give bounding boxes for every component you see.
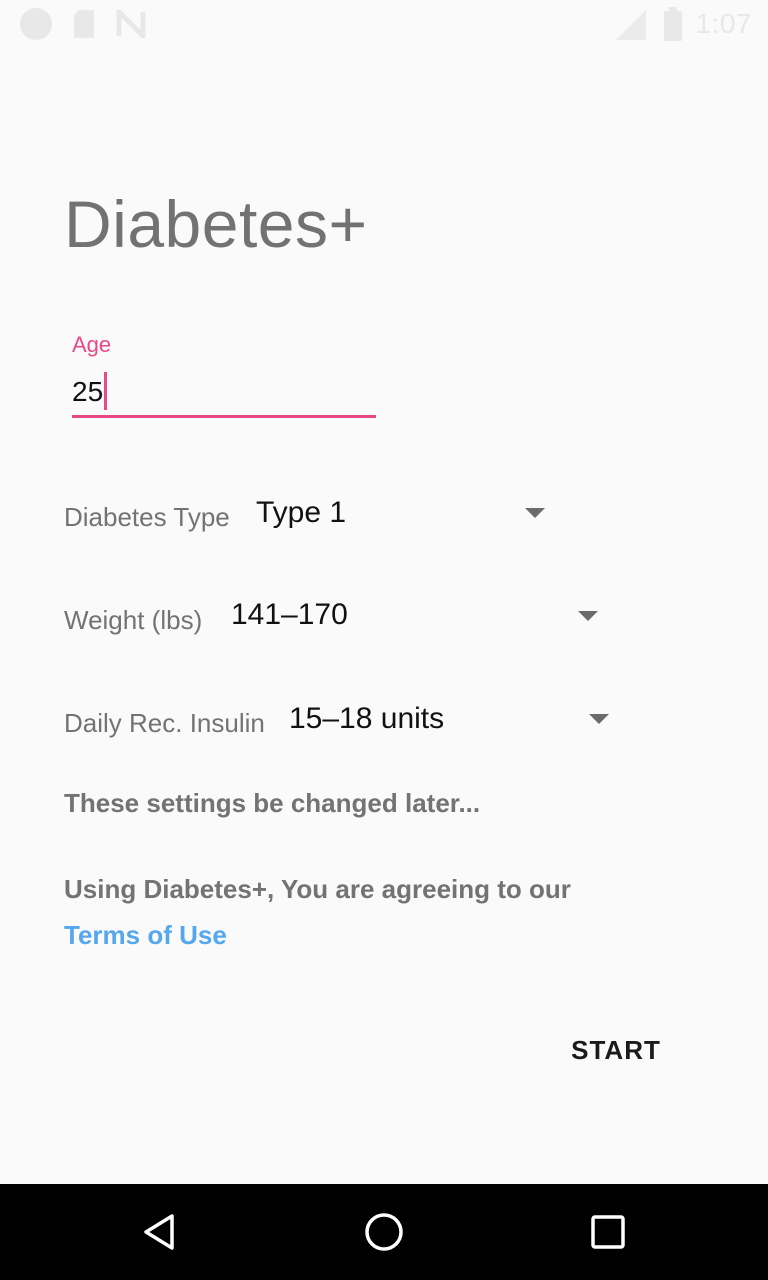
navigation-bar — [0, 1184, 768, 1280]
back-icon — [144, 1214, 174, 1250]
status-bar: 1:07 — [0, 0, 768, 48]
battery-icon — [664, 7, 682, 41]
weight-label: Weight (lbs) — [64, 605, 203, 635]
circle-notification-icon — [20, 8, 52, 40]
insulin-select[interactable]: 15–18 units — [289, 702, 444, 736]
age-value: 25 — [72, 376, 104, 407]
n-icon — [116, 10, 146, 38]
terms-of-use-link[interactable]: Terms of Use — [64, 920, 227, 951]
dropdown-arrow-icon[interactable] — [525, 508, 545, 518]
sd-card-icon — [74, 10, 94, 38]
recents-button[interactable] — [580, 1204, 636, 1260]
dropdown-arrow-icon[interactable] — [578, 611, 598, 621]
weight-select[interactable]: 141–170 — [231, 598, 348, 632]
app-title: Diabetes+ — [64, 187, 368, 261]
recents-icon — [591, 1215, 625, 1249]
age-input[interactable]: 25 — [72, 370, 376, 418]
insulin-label: Daily Rec. Insulin — [64, 708, 265, 738]
signal-icon — [616, 10, 646, 40]
diabetes-type-label: Diabetes Type — [64, 502, 230, 532]
home-icon — [365, 1213, 403, 1251]
age-label: Age — [72, 332, 112, 357]
back-button[interactable] — [132, 1204, 188, 1260]
text-cursor — [104, 372, 108, 410]
settings-note: These settings be changed later... — [64, 788, 481, 818]
agreement-text: Using Diabetes+, You are agreeing to our — [64, 874, 571, 904]
home-button[interactable] — [356, 1204, 412, 1260]
start-button[interactable]: START — [556, 1020, 676, 1080]
diabetes-type-select[interactable]: Type 1 — [256, 496, 346, 530]
status-time: 1:07 — [695, 8, 752, 39]
dropdown-arrow-icon[interactable] — [589, 714, 609, 724]
